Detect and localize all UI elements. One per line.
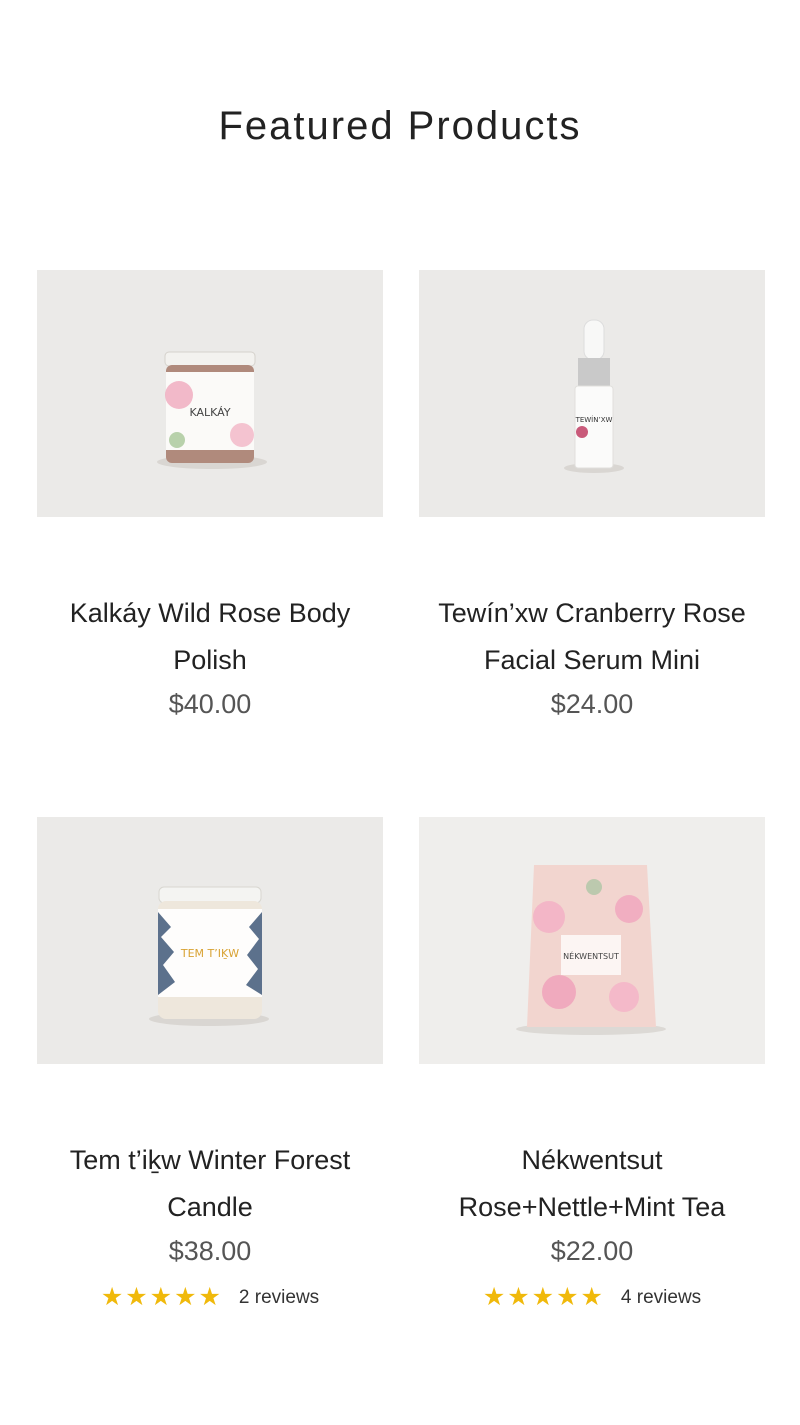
product-image-tea[interactable]: NÉKWENTSUT	[419, 817, 765, 1064]
product-name[interactable]: Tewín’xw Cranberry Rose Facial Serum Min…	[419, 590, 765, 684]
product-name-line-1[interactable]: Nékwentsut	[419, 1137, 765, 1184]
star-icon: ★	[531, 1283, 555, 1311]
star-icon: ★	[198, 1283, 221, 1311]
product-price: $40.00	[168, 689, 252, 719]
svg-text:NÉKWENTSUT: NÉKWENTSUT	[563, 950, 619, 961]
product-price: $22.00	[550, 1236, 634, 1266]
star-icon: ★	[482, 1283, 506, 1311]
star-icon: ★	[556, 1283, 579, 1311]
section-title: Featured Products	[218, 104, 582, 148]
review-count-link[interactable]: 4 reviews	[621, 1287, 701, 1309]
star-icon: ★	[125, 1283, 148, 1311]
product-name-line-2[interactable]: Candle	[37, 1184, 383, 1231]
svg-text:TEWÍN’XW: TEWÍN’XW	[575, 415, 613, 424]
featured-products-page: Featured Products KALKÁY Kalkáy Wild Ros…	[0, 0, 800, 1425]
star-rating: ★ ★ ★ ★ ★	[101, 1285, 221, 1310]
product-name-line-2[interactable]: Rose+Nettle+Mint Tea	[419, 1184, 765, 1231]
product-card-facial-serum[interactable]: TEWÍN’XW Tewín’xw Cranberry Rose Facial …	[419, 270, 765, 720]
product-image-candle[interactable]: TEM T’IḴW	[37, 817, 383, 1064]
product-price: $24.00	[550, 689, 634, 719]
product-card-body-polish[interactable]: KALKÁY Kalkáy Wild Rose Body Polish $40.…	[37, 270, 383, 720]
product-name[interactable]: Nékwentsut Rose+Nettle+Mint Tea	[419, 1137, 765, 1231]
product-name-line-2[interactable]: Polish	[37, 637, 383, 684]
star-icon: ★	[100, 1283, 124, 1311]
review-count-link[interactable]: 2 reviews	[239, 1287, 319, 1309]
product-card-tea[interactable]: NÉKWENTSUT Nékwentsut Rose+Nettle+Mint T…	[419, 817, 765, 1310]
product-price: $38.00	[168, 1236, 252, 1266]
product-rating[interactable]: ★ ★ ★ ★ ★ 2 reviews	[37, 1285, 383, 1310]
svg-text:KALKÁY: KALKÁY	[189, 406, 230, 419]
product-rating[interactable]: ★ ★ ★ ★ ★ 4 reviews	[419, 1285, 765, 1310]
product-name[interactable]: Tem t’iḵw Winter Forest Candle	[37, 1137, 383, 1231]
product-name-line-2[interactable]: Facial Serum Mini	[419, 637, 765, 684]
star-rating: ★ ★ ★ ★ ★	[483, 1285, 603, 1310]
svg-text:TEM T’IḴW: TEM T’IḴW	[180, 947, 239, 960]
product-name-line-1[interactable]: Tewín’xw Cranberry Rose	[419, 590, 765, 637]
product-card-candle[interactable]: TEM T’IḴW Tem t’iḵw Winter Forest Candle…	[37, 817, 383, 1310]
product-image-facial-serum[interactable]: TEWÍN’XW	[419, 270, 765, 517]
product-name-line-1[interactable]: Tem t’iḵw Winter Forest	[37, 1137, 383, 1184]
star-icon: ★	[174, 1283, 197, 1311]
star-icon: ★	[149, 1283, 173, 1311]
product-name-line-1[interactable]: Kalkáy Wild Rose Body	[37, 590, 383, 637]
star-icon: ★	[580, 1283, 603, 1311]
product-name[interactable]: Kalkáy Wild Rose Body Polish	[37, 590, 383, 684]
star-icon: ★	[507, 1283, 530, 1311]
product-image-body-polish[interactable]: KALKÁY	[37, 270, 383, 517]
